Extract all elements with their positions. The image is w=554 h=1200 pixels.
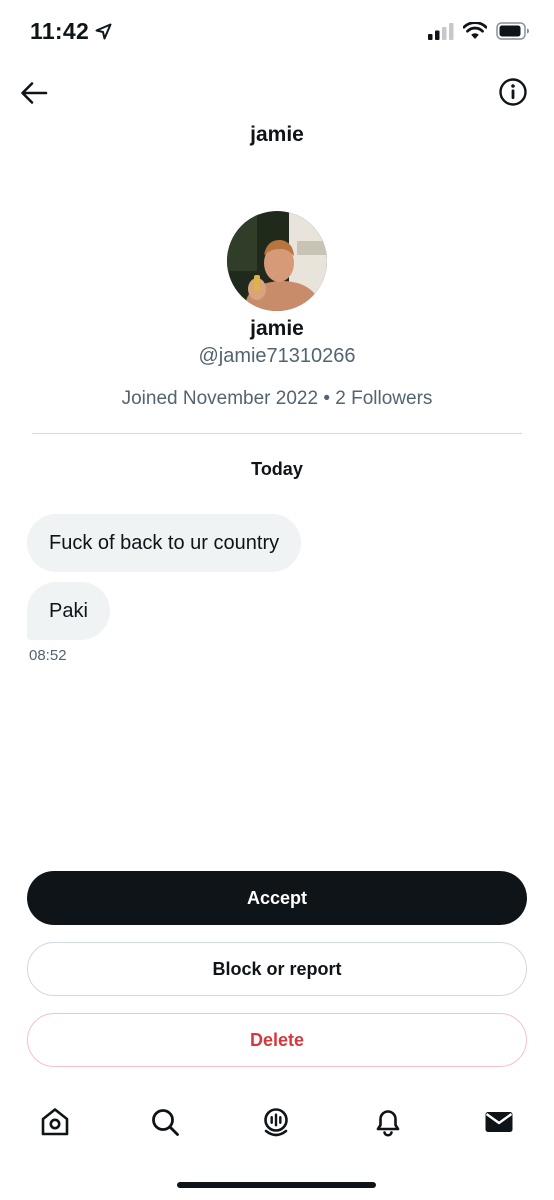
bottom-nav [0, 1098, 554, 1148]
battery-icon [496, 22, 530, 40]
status-time: 11:42 [30, 18, 90, 44]
nav-home[interactable] [37, 1104, 73, 1140]
status-indicators [428, 22, 530, 40]
divider [32, 433, 522, 434]
search-icon [149, 1106, 181, 1138]
message-bubble[interactable]: Paki [27, 582, 110, 640]
messages-icon [483, 1106, 515, 1138]
day-label: Today [251, 459, 303, 479]
block-or-report-button[interactable]: Block or report [27, 942, 527, 996]
profile-name: jamie [250, 317, 304, 340]
back-button[interactable] [16, 78, 52, 112]
info-icon [498, 77, 528, 112]
home-indicator [177, 1182, 376, 1188]
avatar[interactable] [227, 211, 327, 311]
accept-button[interactable]: Accept [27, 871, 527, 925]
profile-meta: Joined November 2022 • 2 Followers [121, 388, 433, 409]
cellular-signal-icon [428, 22, 454, 40]
status-bar: 11:42 [0, 0, 554, 66]
nav-notifications[interactable] [370, 1104, 406, 1140]
message-timestamp: 08:52 [29, 647, 67, 664]
nav-messages[interactable] [481, 1104, 517, 1140]
info-button[interactable] [498, 77, 528, 112]
home-icon [39, 1106, 71, 1138]
location-arrow-icon [95, 23, 112, 40]
nav-search[interactable] [147, 1104, 183, 1140]
profile-handle: @jamie71310266 [198, 345, 356, 367]
conversation-title: jamie [250, 123, 304, 146]
nav-spaces[interactable] [258, 1104, 294, 1140]
spaces-icon [260, 1106, 292, 1138]
back-arrow-icon [20, 81, 48, 110]
message-bubble[interactable]: Fuck of back to ur country [27, 514, 302, 572]
delete-button[interactable]: Delete [27, 1013, 527, 1067]
status-time-group: 11:42 [30, 18, 112, 45]
notifications-icon [372, 1106, 404, 1138]
wifi-icon [463, 22, 487, 40]
